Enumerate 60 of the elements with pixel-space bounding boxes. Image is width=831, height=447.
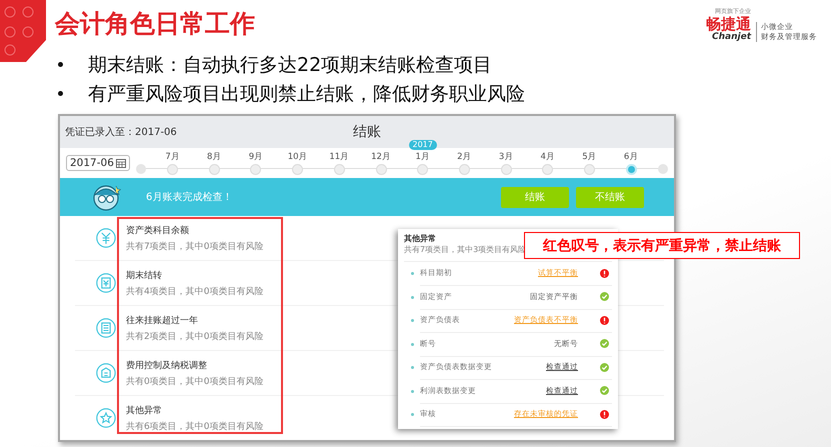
check-group-title[interactable]: 费用控制及纳税调整 [126, 358, 264, 372]
month-label: 7月 [165, 151, 180, 163]
bullet-text: 期末结账：自动执行多达22项期末结账检查项目 [88, 52, 492, 78]
month-node[interactable] [417, 164, 428, 175]
month-node[interactable] [458, 164, 470, 175]
bullet-dot [411, 272, 414, 276]
month-node[interactable] [167, 164, 178, 175]
voucher-status: 凭证已录入至：2017-06 [65, 126, 177, 139]
month-label: 3月 [498, 151, 514, 163]
month-label: 4月 [540, 151, 555, 163]
bullet-dot [411, 390, 414, 393]
month-label: 12月 [371, 151, 391, 163]
corner-decoration [0, 0, 46, 62]
popup-title: 其他异常 [404, 233, 437, 244]
month-node[interactable] [208, 164, 220, 175]
month-label: 2月 [457, 151, 472, 163]
bullet-dot [58, 62, 63, 67]
list-icon [96, 318, 116, 338]
month-node[interactable] [334, 164, 345, 175]
logo-latin: Chanjet [712, 32, 751, 42]
check-group-summary: 共有6项类目，其中0项类目有风险 [126, 420, 264, 432]
month-label: 5月 [582, 151, 597, 163]
month-label: 10月 [288, 151, 308, 163]
month-node[interactable] [500, 164, 512, 175]
check-group-summary: 共有7项类目，其中0项类目有风险 [126, 240, 264, 252]
ledger-icon [96, 273, 116, 293]
bullet-text: 有严重风险项目出现则禁止结账，降低财务职业风险 [88, 82, 525, 106]
bullet-dot [58, 91, 63, 96]
window-title: 结账 [353, 123, 381, 141]
bullet-dot [411, 319, 414, 322]
check-group-summary: 共有0项类目，其中0项类目有风险 [126, 376, 264, 388]
yen-icon [96, 228, 116, 248]
bullet-dot [411, 342, 414, 346]
month-node[interactable] [376, 164, 386, 175]
month-node[interactable] [542, 164, 554, 175]
check-group-title[interactable]: 资产类科目余额 [126, 224, 264, 236]
date-field[interactable]: 2017-06 [66, 155, 130, 171]
check-group-title[interactable]: 往来挂账超过一年 [126, 314, 264, 326]
month-node[interactable] [292, 164, 304, 175]
month-label: 9月 [248, 151, 264, 163]
banner-message: 6月账表完成检查！ [146, 190, 234, 204]
bullet-dot [411, 413, 414, 416]
bullet-dot [411, 296, 414, 299]
check-group-title[interactable]: 期末结转 [126, 268, 264, 282]
bullet-dot [411, 366, 414, 370]
check-group-title[interactable]: 其他异常 [126, 404, 264, 416]
slide-title: 会计角色日常工作 [55, 8, 255, 40]
month-label: 1月 [415, 151, 430, 163]
annotation-callout: 红色叹号，表示有严重异常，禁止结账 [524, 232, 800, 259]
month-label: 11月 [329, 151, 350, 163]
month-node[interactable] [250, 164, 262, 175]
check-group-summary: 共有4项类目，其中0项类目有风险 [126, 286, 264, 298]
month-node[interactable] [584, 164, 595, 175]
check-group-summary: 共有2项类目，其中0项类目有风险 [126, 330, 264, 342]
logo-brand: 畅捷通 [706, 16, 751, 32]
month-label: 6月 [624, 151, 638, 163]
month-node[interactable] [626, 164, 637, 175]
year-badge: 2017 [408, 140, 437, 150]
month-label: 8月 [207, 151, 222, 163]
calendar-icon [116, 158, 126, 168]
